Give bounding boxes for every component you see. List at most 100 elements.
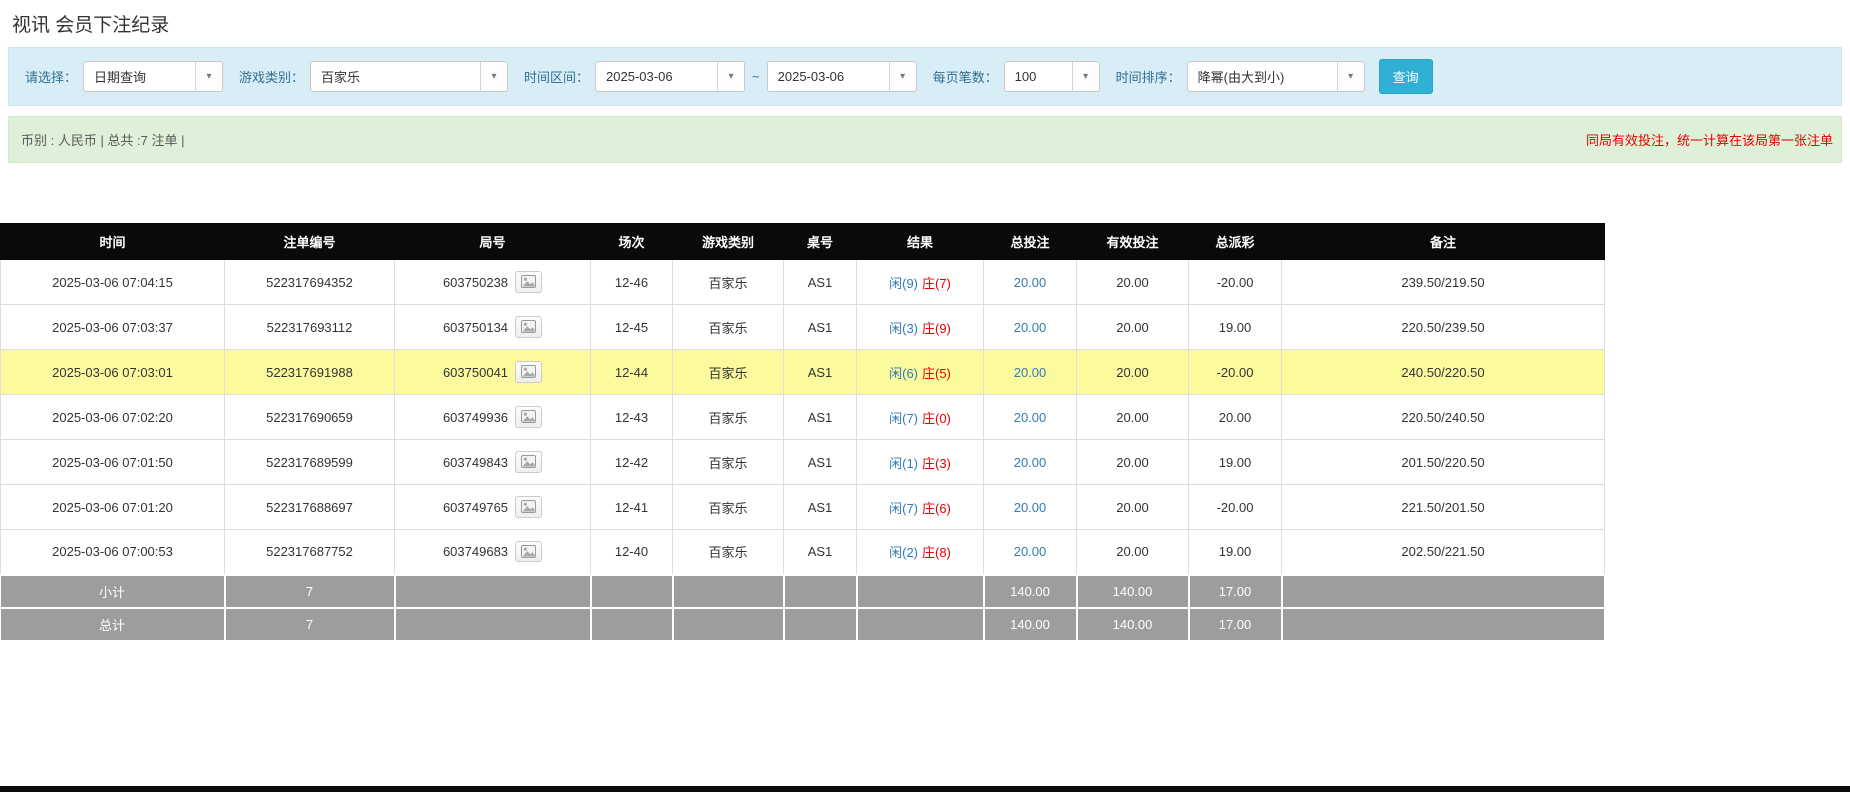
round-replay-icon[interactable] bbox=[515, 271, 542, 292]
game-type-value: 百家乐 bbox=[311, 62, 480, 91]
cell-note: 201.50/220.50 bbox=[1282, 440, 1605, 485]
chevron-down-icon: ▾ bbox=[717, 62, 744, 91]
column-header: 结果 bbox=[857, 224, 984, 260]
date-to-input[interactable]: 2025-03-06 ▾ bbox=[767, 61, 917, 92]
cell-round: 603750041 bbox=[395, 350, 591, 395]
cell-table-no: AS1 bbox=[784, 305, 857, 350]
cell-session: 12-44 bbox=[591, 350, 673, 395]
total-bet-link[interactable]: 20.00 bbox=[1014, 455, 1047, 470]
cell-bet-id: 522317688697 bbox=[225, 485, 395, 530]
round-number: 603750134 bbox=[443, 320, 508, 335]
cell-table-no: AS1 bbox=[784, 440, 857, 485]
total-bet-link[interactable]: 20.00 bbox=[1014, 500, 1047, 515]
summary-bar: 币别 : 人民币 | 总共 :7 注单 | 同局有效投注，统一计算在该局第一张注… bbox=[8, 116, 1842, 163]
table-body: 2025-03-06 07:04:15522317694352603750238… bbox=[1, 260, 1605, 575]
cell-total-bet: 20.00 bbox=[984, 350, 1077, 395]
total-bet-link[interactable]: 20.00 bbox=[1014, 544, 1047, 559]
cell-note: 239.50/219.50 bbox=[1282, 260, 1605, 305]
total-bet-link[interactable]: 20.00 bbox=[1014, 320, 1047, 335]
cell-result: 闲(7) 庄(0) bbox=[857, 395, 984, 440]
sort-order-value: 降幂(由大到小) bbox=[1188, 62, 1337, 91]
cell-payout: -20.00 bbox=[1189, 485, 1282, 530]
bottom-divider bbox=[0, 786, 1850, 792]
round-replay-icon[interactable] bbox=[515, 406, 542, 427]
result-player: 闲(7) bbox=[889, 411, 918, 426]
round-replay-icon[interactable] bbox=[515, 541, 542, 562]
result-player: 闲(6) bbox=[889, 366, 918, 381]
footer-cell bbox=[784, 575, 857, 608]
table-row: 2025-03-06 07:03:37522317693112 603750134… bbox=[1, 305, 1605, 350]
cell-payout: 19.00 bbox=[1189, 440, 1282, 485]
column-header: 总投注 bbox=[984, 224, 1077, 260]
cell-time: 2025-03-06 07:00:53 bbox=[1, 530, 225, 575]
cell-payout: 19.00 bbox=[1189, 305, 1282, 350]
cell-total-bet: 20.00 bbox=[984, 260, 1077, 305]
bet-records-table: 时间注单编号局号场次游戏类别桌号结果总投注有效投注总派彩备注 2025-03-0… bbox=[0, 223, 1606, 642]
cell-game-type: 百家乐 bbox=[673, 395, 784, 440]
page-title: 视讯 会员下注纪录 bbox=[0, 0, 1850, 45]
column-header: 局号 bbox=[395, 224, 591, 260]
cell-result: 闲(6)庄(5) bbox=[857, 350, 984, 395]
page-size-select[interactable]: 100 ▾ bbox=[1004, 61, 1100, 92]
footer-cell: 140.00 bbox=[984, 575, 1077, 608]
column-header: 场次 bbox=[591, 224, 673, 260]
total-bet-link[interactable]: 20.00 bbox=[1014, 365, 1047, 380]
sort-order-label: 时间排序： bbox=[1116, 67, 1181, 86]
table-row: 2025-03-06 07:01:20522317688697603749765… bbox=[1, 485, 1605, 530]
cell-time: 2025-03-06 07:03:37 bbox=[1, 305, 225, 350]
cell-payout: -20.00 bbox=[1189, 350, 1282, 395]
result-banker: 庄(0) bbox=[922, 411, 951, 426]
cell-session: 12-42 bbox=[591, 440, 673, 485]
footer-cell: 17.00 bbox=[1189, 575, 1282, 608]
round-replay-icon[interactable] bbox=[515, 496, 542, 517]
page-size-label: 每页笔数： bbox=[933, 67, 998, 86]
page-size-value: 100 bbox=[1005, 62, 1072, 91]
cell-bet-id: 522317693112 bbox=[225, 305, 395, 350]
chevron-down-icon: ▾ bbox=[1072, 62, 1099, 91]
search-button[interactable]: 查询 bbox=[1379, 59, 1433, 94]
cell-session: 12-40 bbox=[591, 530, 673, 575]
cell-payout: 19.00 bbox=[1189, 530, 1282, 575]
round-number: 603750238 bbox=[443, 275, 508, 290]
footer-cell: 140.00 bbox=[984, 608, 1077, 641]
round-replay-icon[interactable] bbox=[515, 361, 542, 382]
total-bet-link[interactable]: 20.00 bbox=[1014, 410, 1047, 425]
footer-cell bbox=[1282, 575, 1605, 608]
summary-currency-count: 币别 : 人民币 | 总共 :7 注单 | bbox=[21, 130, 185, 149]
column-header: 时间 bbox=[1, 224, 225, 260]
cell-valid-bet: 20.00 bbox=[1077, 260, 1189, 305]
cell-note: 220.50/240.50 bbox=[1282, 395, 1605, 440]
result-player: 闲(3) bbox=[889, 321, 918, 336]
table-foot: 小计7140.00140.0017.00总计7140.00140.0017.00 bbox=[1, 575, 1605, 641]
chevron-down-icon: ▾ bbox=[1337, 62, 1364, 91]
select-type-label: 请选择： bbox=[25, 67, 77, 86]
column-header: 注单编号 bbox=[225, 224, 395, 260]
footer-cell bbox=[591, 608, 673, 641]
footer-cell bbox=[673, 608, 784, 641]
sort-order-select[interactable]: 降幂(由大到小) ▾ bbox=[1187, 61, 1365, 92]
date-type-select[interactable]: 日期查询 ▾ bbox=[83, 61, 223, 92]
date-type-value: 日期查询 bbox=[84, 62, 195, 91]
column-header: 有效投注 bbox=[1077, 224, 1189, 260]
cell-bet-id: 522317694352 bbox=[225, 260, 395, 305]
cell-note: 240.50/220.50 bbox=[1282, 350, 1605, 395]
footer-cell: 7 bbox=[225, 575, 395, 608]
grand-total-row: 总计7140.00140.0017.00 bbox=[1, 608, 1605, 641]
cell-bet-id: 522317691988 bbox=[225, 350, 395, 395]
cell-payout: -20.00 bbox=[1189, 260, 1282, 305]
cell-table-no: AS1 bbox=[784, 485, 857, 530]
date-from-value: 2025-03-06 bbox=[596, 62, 717, 91]
round-replay-icon[interactable] bbox=[515, 451, 542, 472]
cell-round: 603749936 bbox=[395, 395, 591, 440]
cell-valid-bet: 20.00 bbox=[1077, 530, 1189, 575]
cell-round: 603750134 bbox=[395, 305, 591, 350]
cell-total-bet: 20.00 bbox=[984, 305, 1077, 350]
game-type-select[interactable]: 百家乐 ▾ bbox=[310, 61, 508, 92]
cell-bet-id: 522317690659 bbox=[225, 395, 395, 440]
round-replay-icon[interactable] bbox=[515, 316, 542, 337]
cell-payout: 20.00 bbox=[1189, 395, 1282, 440]
result-banker: 庄(8) bbox=[922, 545, 951, 560]
cell-session: 12-45 bbox=[591, 305, 673, 350]
date-from-input[interactable]: 2025-03-06 ▾ bbox=[595, 61, 745, 92]
total-bet-link[interactable]: 20.00 bbox=[1014, 275, 1047, 290]
